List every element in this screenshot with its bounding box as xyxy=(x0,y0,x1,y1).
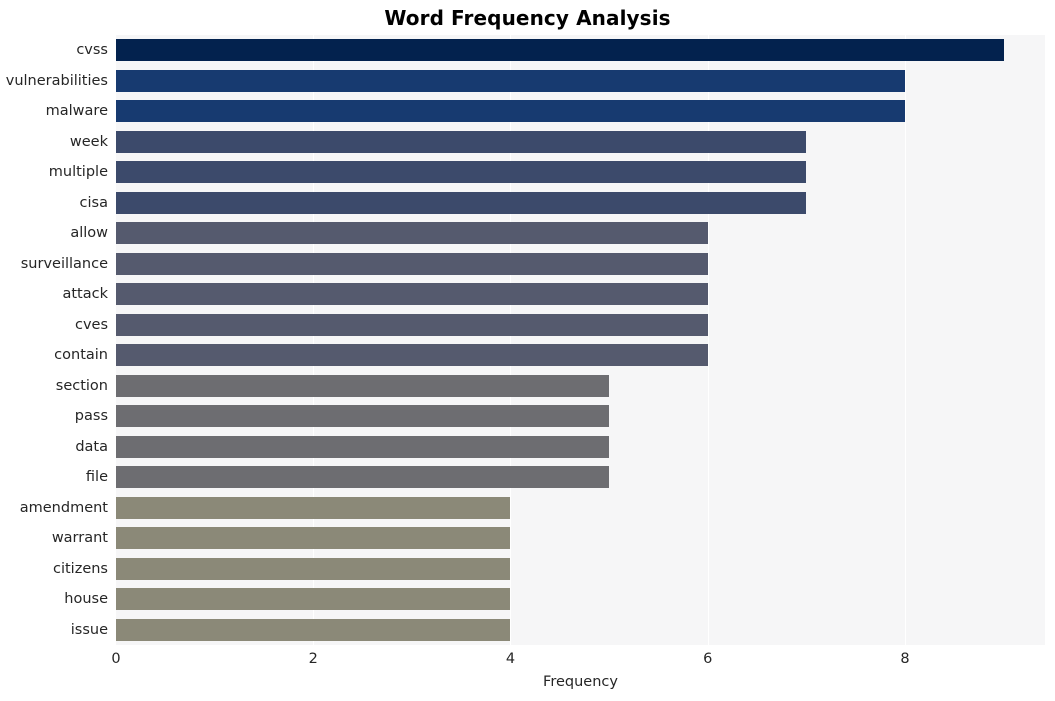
y-axis-tick-label: file xyxy=(85,469,108,486)
bar xyxy=(116,191,807,214)
bar xyxy=(116,618,511,641)
y-axis-tick-label: cvss xyxy=(76,42,108,59)
bar xyxy=(116,374,610,397)
bar xyxy=(116,435,610,458)
bar xyxy=(116,69,905,92)
bar xyxy=(116,405,610,428)
bar xyxy=(116,588,511,611)
bar xyxy=(116,222,708,245)
y-axis-tick-label: allow xyxy=(70,225,108,242)
y-axis-tick-label: section xyxy=(55,377,108,394)
y-axis-tick-label: contain xyxy=(54,347,108,364)
bar xyxy=(116,252,708,275)
y-axis-tick-label: house xyxy=(64,591,108,608)
y-axis-tick-label: week xyxy=(69,133,108,150)
bar xyxy=(116,557,511,580)
bar xyxy=(116,496,511,519)
x-axis-title: Frequency xyxy=(543,674,618,690)
x-axis-tick-labels: 0 2 4 6 8 xyxy=(0,650,1055,672)
bar xyxy=(116,161,807,184)
y-axis-tick-label: citizens xyxy=(53,560,108,577)
x-axis-tick-label: 2 xyxy=(308,651,318,667)
bar xyxy=(116,313,708,336)
bar xyxy=(116,39,1004,62)
x-axis-tick-label: 8 xyxy=(900,651,910,667)
bar xyxy=(116,130,807,153)
y-axis-tick-labels: cvss vulnerabilities malware week multiple ci… xyxy=(0,35,108,645)
bar xyxy=(116,466,610,489)
y-axis-tick-label: data xyxy=(75,438,108,455)
bar xyxy=(116,527,511,550)
y-axis-tick-label: issue xyxy=(70,621,108,638)
x-axis-tick-label: 6 xyxy=(703,651,713,667)
y-axis-tick-label: malware xyxy=(45,103,108,120)
y-axis-tick-label: attack xyxy=(62,286,108,303)
bar xyxy=(116,283,708,306)
y-axis-tick-label: cves xyxy=(74,316,108,333)
y-axis-tick-label: multiple xyxy=(48,164,108,181)
y-axis-tick-label: vulnerabilities xyxy=(5,72,108,89)
x-axis-tick-label: 0 xyxy=(111,651,121,667)
y-axis-tick-label: amendment xyxy=(19,499,108,516)
word-frequency-chart: Word Frequency Analysis cvss vulnerabilit… xyxy=(0,0,1055,701)
y-axis-tick-label: cisa xyxy=(79,194,108,211)
chart-title: Word Frequency Analysis xyxy=(384,6,671,30)
bar xyxy=(116,100,905,123)
y-axis-tick-label: surveillance xyxy=(20,255,108,272)
x-axis-tick-label: 4 xyxy=(505,651,516,667)
bar xyxy=(116,344,708,367)
y-axis-tick-label: warrant xyxy=(51,530,108,547)
y-axis-tick-label: pass xyxy=(74,408,108,425)
bars-layer xyxy=(116,35,1045,645)
